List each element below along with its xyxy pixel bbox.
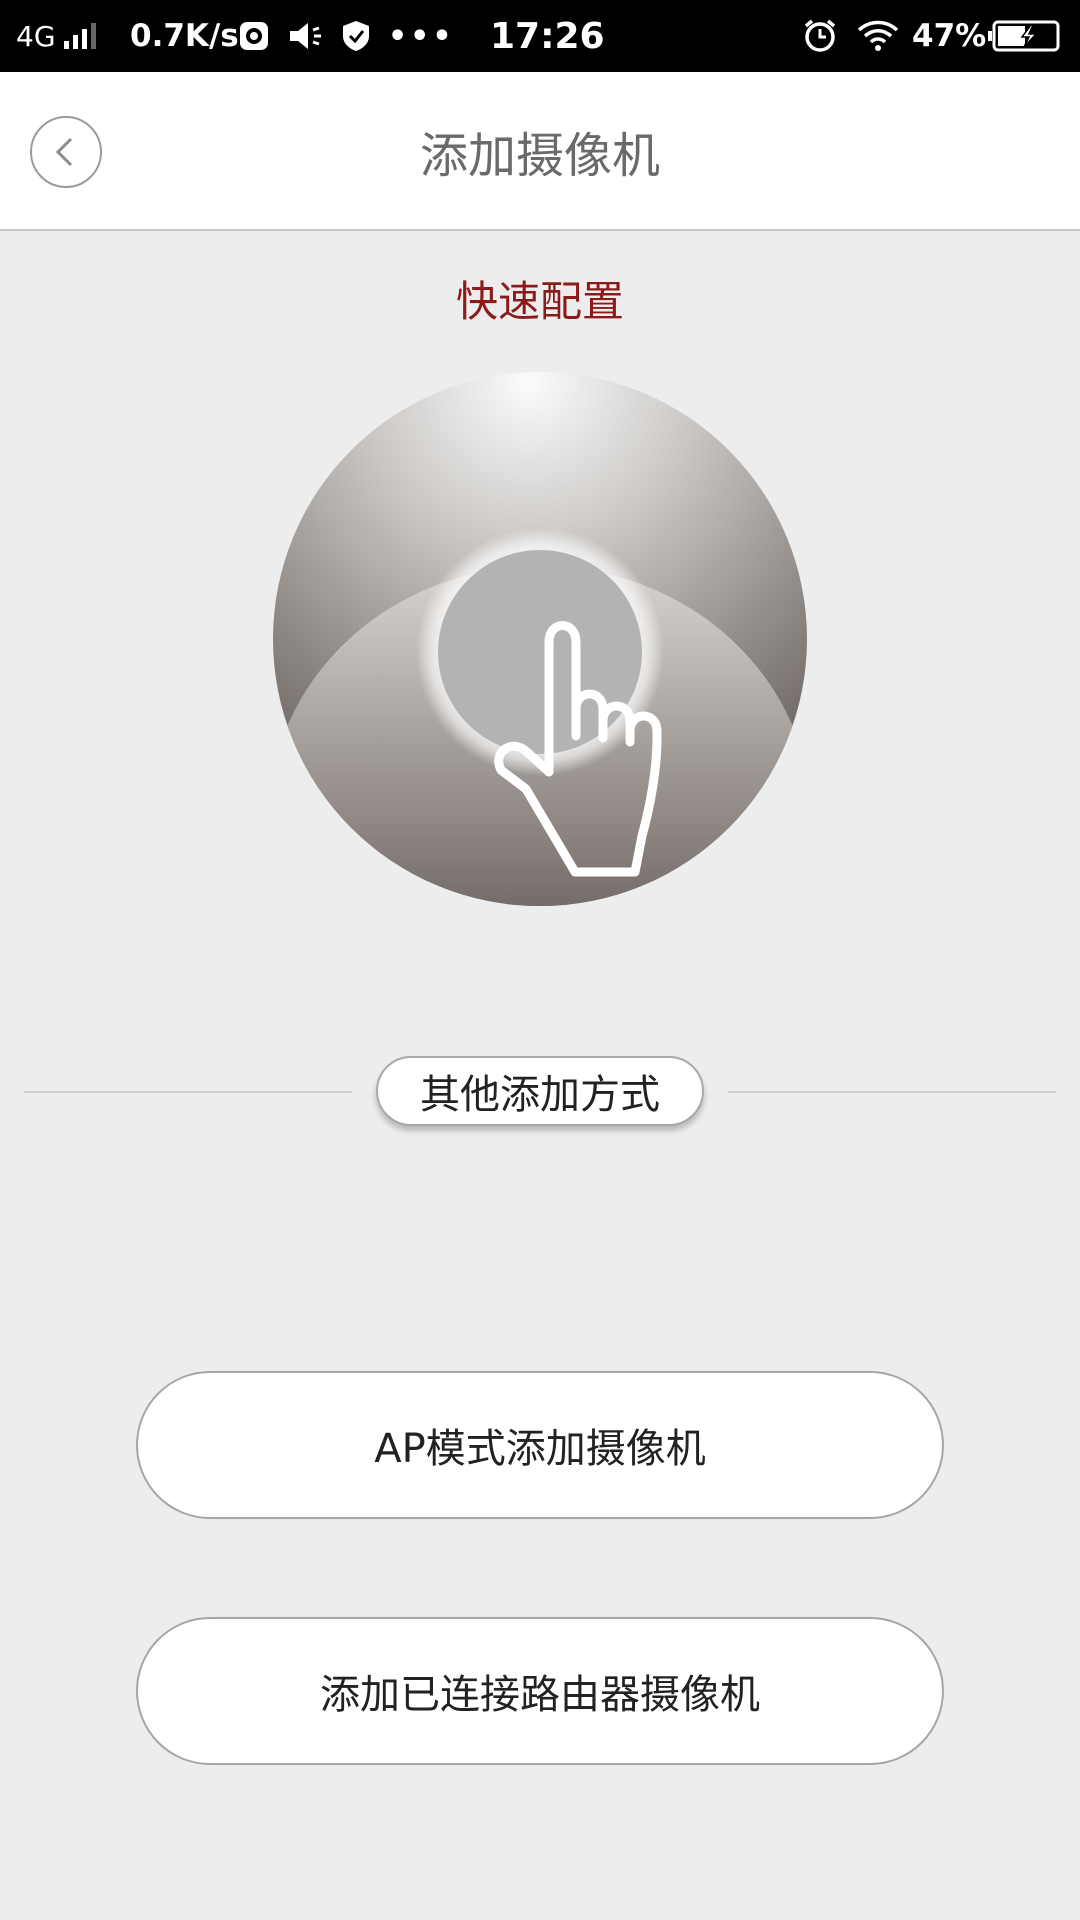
- status-bar: 4G 0.7K/s ••• 17:26 47%: [0, 0, 1080, 72]
- shield-icon: [340, 0, 372, 72]
- divider-left: [24, 1091, 352, 1093]
- chevron-left-icon: [55, 137, 73, 167]
- quick-config-button[interactable]: [273, 372, 807, 906]
- back-button[interactable]: [30, 116, 102, 188]
- divider-right: [728, 1091, 1056, 1093]
- ap-mode-add-button[interactable]: AP模式添加摄像机: [136, 1371, 944, 1519]
- tap-hand-icon: [273, 372, 807, 906]
- network-type: 4G: [16, 19, 56, 53]
- page-title: 添加摄像机: [419, 127, 660, 184]
- battery-percent: 47%: [912, 18, 987, 54]
- quick-config-title: 快速配置: [455, 277, 624, 326]
- app-notification-icon: [238, 0, 270, 72]
- other-methods-label: 其他添加方式: [376, 1056, 704, 1126]
- speaker-icon: [286, 0, 326, 72]
- network-speed: 0.7K/s: [130, 18, 239, 54]
- more-notifications-icon: •••: [388, 18, 455, 54]
- wifi-icon: [856, 0, 900, 72]
- battery-charging-icon: [986, 0, 1062, 72]
- alarm-icon: [802, 0, 838, 72]
- clock-time: 17:26: [490, 15, 605, 57]
- signal-icon: [62, 0, 102, 72]
- add-connected-router-camera-button[interactable]: 添加已连接路由器摄像机: [136, 1617, 944, 1765]
- app-header: 添加摄像机: [0, 72, 1080, 231]
